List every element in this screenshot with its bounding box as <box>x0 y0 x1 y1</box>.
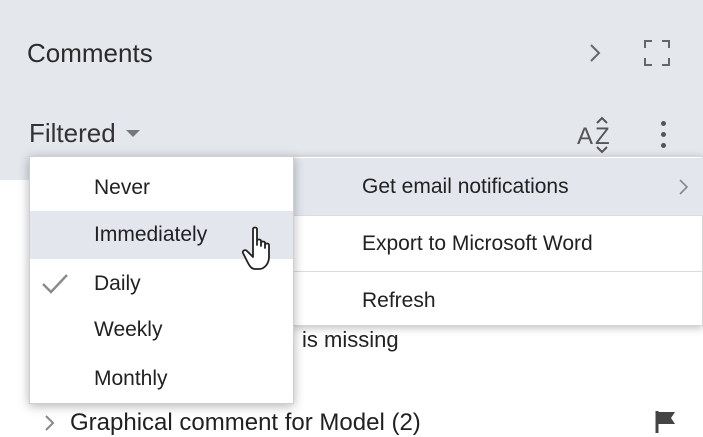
fullscreen-button[interactable] <box>642 38 672 68</box>
comment-text-fragment: is missing <box>302 327 399 352</box>
more-options-button[interactable] <box>652 114 674 154</box>
submenu-item-never[interactable]: Never <box>30 164 293 212</box>
fullscreen-icon <box>644 40 670 66</box>
comment-group-label: Graphical comment for Model (2) <box>70 409 421 436</box>
menu-item-refresh[interactable]: Refresh <box>294 272 703 329</box>
comment-group-row[interactable]: Graphical comment for Model (2) <box>44 408 421 437</box>
comments-panel: Comments Filtered A Z is missing Graphic… <box>0 0 703 437</box>
submenu-item-label: Monthly <box>94 367 168 390</box>
submenu-item-label: Daily <box>94 272 141 295</box>
sort-az-icon: A Z <box>577 116 610 154</box>
hand-pointer-cursor-icon <box>241 226 270 270</box>
chevron-right-icon <box>45 415 55 431</box>
filter-label: Filtered <box>29 117 116 148</box>
sort-button[interactable]: A Z <box>575 114 619 154</box>
menu-item-export-word[interactable]: Export to Microsoft Word <box>294 215 703 272</box>
menu-item-label: Get email notifications <box>362 174 569 198</box>
notification-frequency-submenu: Never Immediately Daily Weekly Monthly <box>29 156 294 404</box>
checkmark-icon <box>42 274 68 294</box>
submenu-item-label: Immediately <box>94 223 208 246</box>
submenu-item-monthly[interactable]: Monthly <box>30 355 293 403</box>
options-menu: Get email notifications Export to Micros… <box>293 156 703 326</box>
menu-item-label: Export to Microsoft Word <box>362 231 593 255</box>
kebab-menu-icon <box>660 120 666 126</box>
panel-header: Comments Filtered A Z <box>0 0 703 180</box>
svg-text:Z: Z <box>595 123 610 150</box>
menu-item-label: Refresh <box>362 288 436 312</box>
collapse-panel-button[interactable] <box>582 38 608 68</box>
chevron-right-icon <box>679 179 689 195</box>
svg-text:A: A <box>577 123 593 150</box>
caret-down-icon <box>125 130 140 137</box>
flag-icon[interactable] <box>655 410 677 434</box>
submenu-item-label: Weekly <box>94 318 163 341</box>
filter-dropdown[interactable]: Filtered <box>29 115 142 151</box>
chevron-right-icon <box>590 44 601 62</box>
submenu-item-weekly[interactable]: Weekly <box>30 306 293 354</box>
submenu-item-label: Never <box>94 176 151 199</box>
menu-item-email-notifications[interactable]: Get email notifications <box>294 158 703 215</box>
panel-title: Comments <box>27 38 153 68</box>
